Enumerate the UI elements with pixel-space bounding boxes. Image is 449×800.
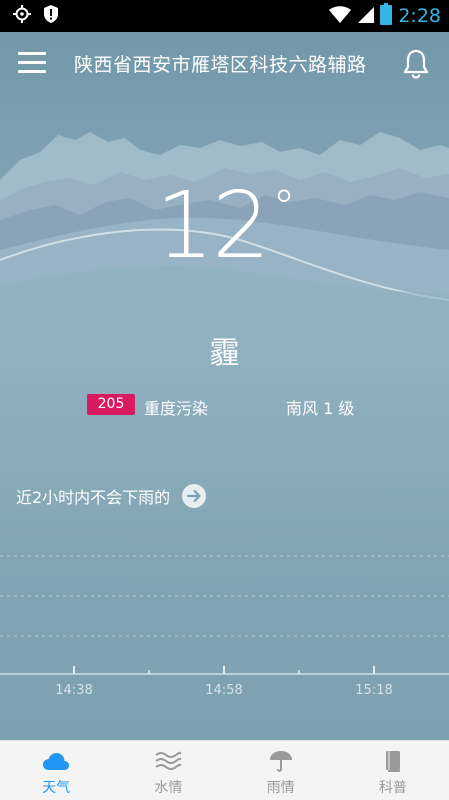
wifi-icon	[328, 4, 352, 28]
wind-info: 南风 1 级	[286, 399, 355, 418]
temperature-display: 12°	[0, 180, 449, 272]
nav-label: 水情	[154, 780, 183, 796]
weather-condition: 霾	[209, 336, 240, 371]
menu-button[interactable]	[18, 52, 46, 76]
shield-icon	[42, 4, 60, 28]
battery-icon	[380, 3, 393, 29]
precipitation-chart: 14:38 14:58 15:18	[0, 555, 449, 698]
nav-tab-weather[interactable]: 天气	[0, 741, 112, 800]
status-bar: 2:28	[0, 0, 449, 32]
status-time: 2:28	[398, 5, 441, 27]
nav-tab-water[interactable]: 水情	[112, 741, 224, 800]
nav-tab-rain[interactable]: 雨情	[225, 741, 337, 800]
book-icon	[385, 751, 400, 772]
degree-symbol: °	[272, 180, 296, 234]
notification-button[interactable]	[401, 48, 431, 80]
menu-icon-bar	[18, 52, 46, 55]
menu-icon-bar	[18, 70, 46, 73]
weather-app: 2:28 陕西省西安市雁塔区科技六路辅路 12° 霾 205 重度污染 南风 1…	[0, 0, 449, 800]
nav-label: 天气	[42, 780, 71, 796]
location-title: 陕西省西安市雁塔区科技六路辅路	[74, 54, 367, 76]
rain-forecast-link[interactable]: 近2小时内不会下雨的	[16, 484, 207, 508]
bottom-navigation: 天气 水情 雨情 科普	[0, 740, 449, 800]
aqi-badge[interactable]: 205	[87, 394, 135, 415]
temperature-value: 12	[155, 172, 270, 279]
aqi-row: 205 重度污染 南风 1 级	[0, 394, 449, 418]
nav-label: 科普	[378, 780, 407, 796]
signal-icon	[358, 5, 375, 27]
bell-icon	[403, 49, 429, 79]
app-header: 陕西省西安市雁塔区科技六路辅路	[0, 32, 449, 96]
arrow-right-circle-icon	[182, 484, 207, 508]
nav-label: 雨情	[266, 780, 295, 796]
rain-forecast-text: 近2小时内不会下雨的	[16, 488, 171, 507]
aqi-level-label: 重度污染	[144, 399, 209, 418]
chart-time-label: 15:18	[355, 683, 392, 698]
nav-tab-science[interactable]: 科普	[337, 741, 449, 800]
chart-time-label: 14:38	[55, 683, 92, 698]
chart-time-label: 14:58	[205, 683, 242, 698]
waves-icon	[155, 751, 182, 770]
umbrella-icon	[269, 751, 292, 772]
gps-icon	[12, 4, 32, 28]
cloud-icon	[43, 753, 70, 770]
menu-icon-bar	[18, 61, 46, 64]
